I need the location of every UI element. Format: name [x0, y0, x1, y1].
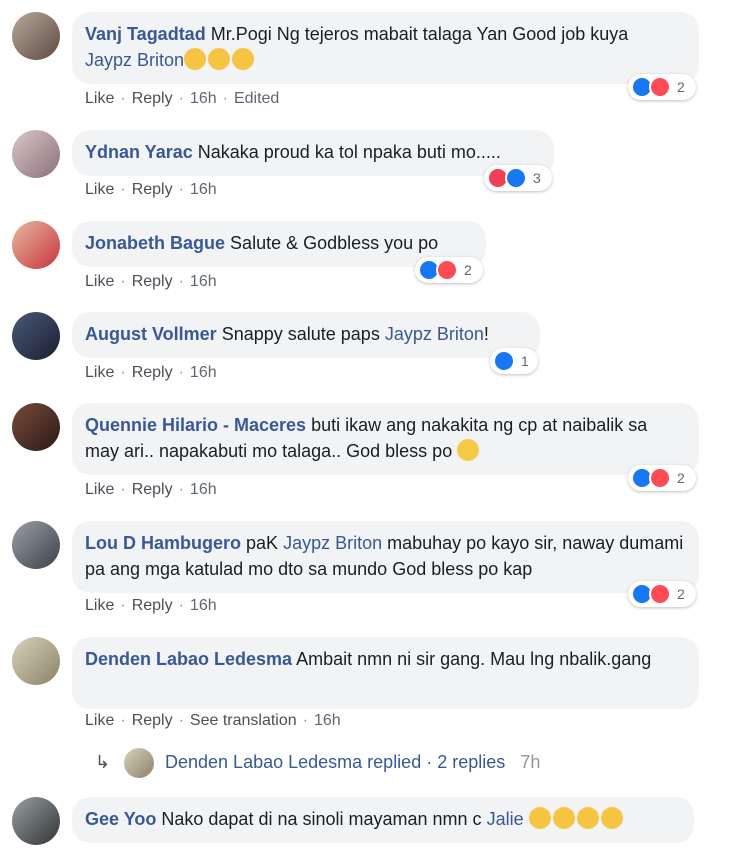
comment-bubble: Vanj Tagadtad Mr.Pogi Ng tejeros mabait … [72, 12, 699, 84]
mention-link[interactable]: Jaypz Briton [385, 324, 484, 344]
like-link[interactable]: Like [85, 364, 114, 381]
comment-text: Snappy salute paps [221, 324, 380, 344]
clap-emoji-icon [208, 48, 231, 70]
comment-author[interactable]: Denden Labao Ledesma [85, 649, 292, 669]
comment-text: Ambait nmn ni sir gang. Mau lng nbalik.g… [296, 649, 652, 669]
comment-text: Nakaka proud ka tol npaka buti mo..... [197, 142, 501, 162]
laugh-emoji-icon [576, 807, 599, 829]
laugh-emoji-icon [600, 807, 623, 829]
comment-actions: Like · Reply · 16h [85, 481, 217, 498]
comment-bubble: August Vollmer Snappy salute paps Jaypz … [72, 312, 540, 358]
avatar[interactable] [12, 637, 60, 685]
comment-author[interactable]: Lou D Hambugero [85, 533, 241, 553]
reaction-count: 2 [677, 586, 685, 602]
reply-link[interactable]: Reply [132, 597, 173, 614]
mention-link[interactable]: Jalie [487, 809, 524, 829]
avatar[interactable] [12, 797, 60, 845]
haha-reaction-icon [649, 76, 671, 98]
comment-author[interactable]: Quennie Hilario - Maceres [85, 415, 306, 435]
comment-bubble: Gee Yoo Nako dapat di na sinoli mayaman … [72, 797, 694, 843]
laugh-emoji-icon [528, 807, 551, 829]
reply-link[interactable]: Reply [132, 90, 173, 107]
like-link[interactable]: Like [85, 273, 114, 290]
reply-link[interactable]: Reply [132, 364, 173, 381]
clap-emoji-icon [232, 48, 255, 70]
reaction-count: 2 [677, 470, 685, 486]
reply-link[interactable]: Reply [132, 181, 173, 198]
timestamp[interactable]: 16h [190, 597, 217, 614]
comment-author[interactable]: August Vollmer [85, 324, 217, 344]
timestamp[interactable]: 16h [314, 712, 341, 729]
reply-avatar [124, 748, 154, 778]
avatar[interactable] [12, 521, 60, 569]
reaction-summary[interactable]: 2 [628, 581, 696, 607]
comment-text: Salute & Godbless you po [230, 233, 439, 253]
reply-link[interactable]: Reply [132, 481, 173, 498]
timestamp[interactable]: 16h [190, 181, 217, 198]
like-link[interactable]: Like [85, 481, 114, 498]
reaction-summary[interactable]: 2 [628, 465, 696, 491]
comment-text: paK [246, 533, 279, 553]
timestamp[interactable]: 16h [190, 90, 217, 107]
haha-reaction-icon [649, 583, 671, 605]
like-reaction-icon [505, 167, 527, 189]
replied-label: replied [367, 752, 422, 772]
comment-author[interactable]: Gee Yoo [85, 809, 156, 829]
comment-text: Mr.Pogi Ng tejeros mabait talaga Yan Goo… [210, 24, 629, 44]
mention-link[interactable]: Jaypz Briton [85, 50, 184, 70]
comment-author[interactable]: Ydnan Yarac [85, 142, 193, 162]
replies-count[interactable]: 2 replies [437, 752, 505, 772]
comment-actions: Like · Reply · 16h [85, 364, 217, 381]
like-link[interactable]: Like [85, 597, 114, 614]
reaction-summary[interactable]: 1 [490, 348, 538, 374]
smile-emoji-icon [457, 439, 480, 461]
comment-bubble: Quennie Hilario - Maceres buti ikaw ang … [72, 403, 699, 475]
comment-actions: Like · Reply · 16h [85, 273, 217, 290]
clap-emoji-icon [184, 48, 207, 70]
see-translation-link[interactable]: See translation [190, 712, 297, 729]
comment-text-end: ! [483, 324, 489, 344]
comment-bubble: Ydnan Yarac Nakaka proud ka tol npaka bu… [72, 130, 554, 176]
timestamp[interactable]: 16h [190, 364, 217, 381]
comment-author[interactable]: Vanj Tagadtad [85, 24, 206, 44]
edited-label[interactable]: Edited [234, 90, 279, 107]
like-reaction-icon [493, 350, 515, 372]
comment-bubble: Lou D Hambugero paK Jaypz Briton mabuhay… [72, 521, 699, 593]
like-link[interactable]: Like [85, 181, 114, 198]
reply-author: Denden Labao Ledesma [165, 752, 363, 772]
reply-link[interactable]: Reply [132, 273, 173, 290]
view-replies-link[interactable]: ↳ [95, 752, 122, 773]
comment-actions: Like · Reply · See translation · 16h [85, 712, 341, 729]
laugh-emoji-icon [552, 807, 575, 829]
comment-author[interactable]: Jonabeth Bague [85, 233, 225, 253]
like-link[interactable]: Like [85, 712, 114, 729]
timestamp: 7h [520, 752, 541, 772]
mention-link[interactable]: Jaypz Briton [283, 533, 382, 553]
comment-actions: Like · Reply · 16h · Edited [85, 90, 280, 107]
reaction-summary[interactable]: 2 [628, 74, 696, 100]
reaction-count: 2 [677, 79, 685, 95]
reaction-count: 3 [533, 170, 541, 186]
avatar[interactable] [12, 130, 60, 178]
timestamp[interactable]: 16h [190, 481, 217, 498]
reply-arrow-icon: ↳ [95, 752, 111, 772]
avatar[interactable] [12, 12, 60, 60]
reaction-summary[interactable]: 3 [484, 165, 552, 191]
comment-actions: Like · Reply · 16h [85, 181, 217, 198]
comment-bubble: Denden Labao Ledesma Ambait nmn ni sir g… [72, 637, 699, 709]
comment-actions: Like · Reply · 16h [85, 597, 217, 614]
reaction-count: 1 [521, 353, 529, 369]
haha-reaction-icon [436, 259, 458, 281]
haha-reaction-icon [649, 467, 671, 489]
avatar[interactable] [12, 312, 60, 360]
like-link[interactable]: Like [85, 90, 114, 107]
avatar[interactable] [12, 403, 60, 451]
replies-summary[interactable]: Denden Labao Ledesma replied · 2 replies… [165, 752, 540, 773]
reaction-summary[interactable]: 2 [415, 257, 483, 283]
reply-link[interactable]: Reply [132, 712, 173, 729]
timestamp[interactable]: 16h [190, 273, 217, 290]
avatar[interactable] [12, 221, 60, 269]
reaction-count: 2 [464, 262, 472, 278]
comment-text: Nako dapat di na sinoli mayaman nmn c [161, 809, 482, 829]
